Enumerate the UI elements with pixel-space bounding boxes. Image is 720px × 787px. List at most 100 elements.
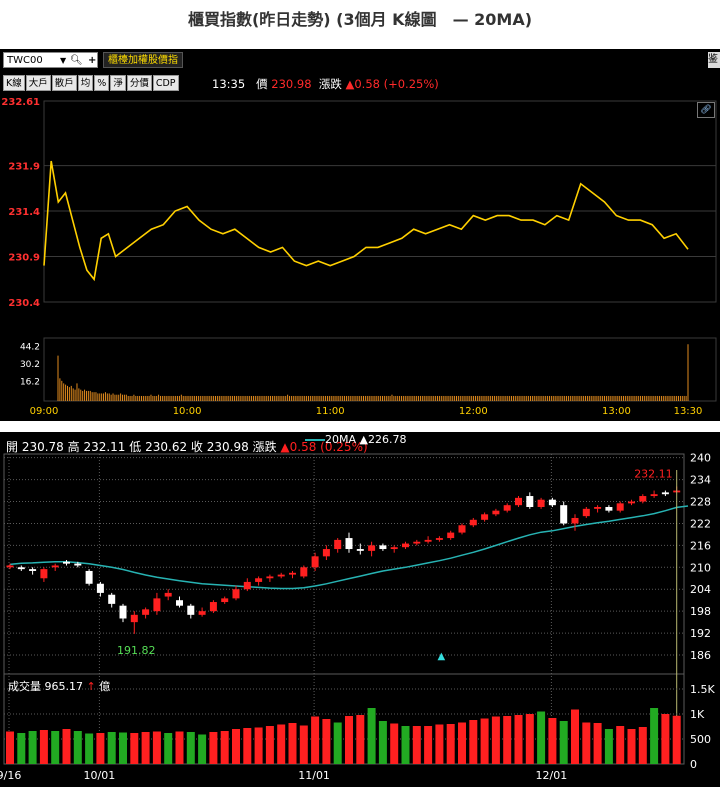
high-annotation: 232.11 [634,467,673,480]
y-tick-label: 186 [690,649,711,662]
volume-bar [85,733,94,764]
volume-bar [73,731,82,764]
candle-body [447,532,455,539]
candle-body [379,545,387,550]
volume-label: 成交量 965.17 [8,680,83,693]
candle-body [142,609,150,615]
y-tick-label: 228 [690,496,711,509]
volume-bar [661,714,670,764]
candle-body [481,514,489,520]
candle-body [232,589,240,599]
volume-tick-label: 44.2 [20,342,40,352]
candle-body [390,547,398,550]
candle-body [605,507,613,511]
x-tick-label: 9/16 [0,769,21,782]
y-tick-label: 230.9 [8,253,40,264]
volume-bar [559,721,568,764]
candle-body [300,567,308,577]
candle-body [277,574,285,577]
x-tick-label: 11/01 [298,769,330,782]
up-arrow-icon: ↑ [86,680,96,693]
volume-bar [356,715,365,764]
y-tick-label: 192 [690,627,711,640]
candle-body [560,505,568,524]
candle-body [209,602,217,612]
volume-bar [604,729,613,764]
candle-body [594,507,602,509]
candle-body [503,505,511,511]
volume-bar [322,719,331,764]
volume-bar [672,715,681,764]
intraday-chart: 232.61 231.9 231.4 230.9 230.4 09:00 10:00 11:0… [1,97,717,417]
y-tick-label: 234 [690,474,711,487]
y-tick-label: 232.61 [1,97,40,108]
candle-body [29,569,37,571]
candle-body [243,581,251,590]
candle-body [221,598,229,603]
volume-bar [39,730,48,764]
candle-body [153,598,161,612]
candle-body [40,569,48,579]
candle-body [639,496,647,502]
candle-body [402,543,409,548]
candle-body [571,517,579,524]
candle-body [345,538,353,550]
volume-bar [627,729,636,764]
volume-bar [638,727,647,764]
volume-bar [107,732,116,764]
y-tick-label: 240 [690,452,711,465]
volume-bar [164,733,173,764]
candle-body [582,508,590,517]
volume-bar [650,708,659,764]
page-title: 櫃買指數(昨日走勢) (3個月 K線圖 — 20MA) [187,10,533,29]
volume-tick-label: 1K [690,708,705,721]
low-annotation: 191.82 [117,644,156,657]
volume-bar [582,722,591,764]
candle-body [368,545,376,551]
candle-body [51,565,59,568]
x-tick-label: 10/01 [84,769,116,782]
volume-bar [378,721,387,764]
candle-body [322,549,330,557]
candle-body [108,594,116,604]
volume-bar [51,731,60,764]
x-tick-label: 10:00 [173,406,202,417]
candle-body [176,600,183,606]
volume-bar [141,732,150,764]
ma-value: ▲226.78 [359,433,407,446]
volume-bar [198,734,207,764]
volume-bar [435,724,444,764]
ma-label: 20MA [325,433,357,446]
volume-tick-label: 30.2 [20,360,40,370]
candle-body [6,565,14,568]
y-tick-label: 231.9 [8,162,40,173]
volume-bar [232,729,240,764]
ma-legend: 20MA ▲226.78 [305,433,406,446]
x-tick-label: 12:00 [459,406,488,417]
candle-body [17,567,25,570]
candle-body [492,510,500,515]
y-tick-label: 210 [690,561,711,574]
volume-bar [480,718,489,764]
candle-body [469,519,477,526]
volume-bar [243,728,252,764]
volume-bar [367,708,376,764]
volume-bar [514,715,523,764]
candle-body [515,497,522,506]
candle-body [334,539,342,550]
volume-bar [458,722,466,764]
candle-body [435,538,443,540]
volume-bar [17,733,26,764]
intraday-panel: TWC00 ▼ 🔍︎ + 櫃檯加權股價指 鉴 K線 大戶 散戶 均 % 淨 分價… [0,49,720,421]
volume-bar [469,720,478,764]
candle-body [311,556,319,568]
volume-tick-label: 16.2 [20,378,40,388]
candle-body [85,570,93,584]
volume-bar [62,729,71,764]
volume-tick-label: 500 [690,733,711,746]
y-tick-label: 198 [690,605,711,618]
volume-bar [265,726,274,764]
candle-body [164,592,172,597]
candle-body [289,572,296,575]
candle-body [458,525,466,533]
